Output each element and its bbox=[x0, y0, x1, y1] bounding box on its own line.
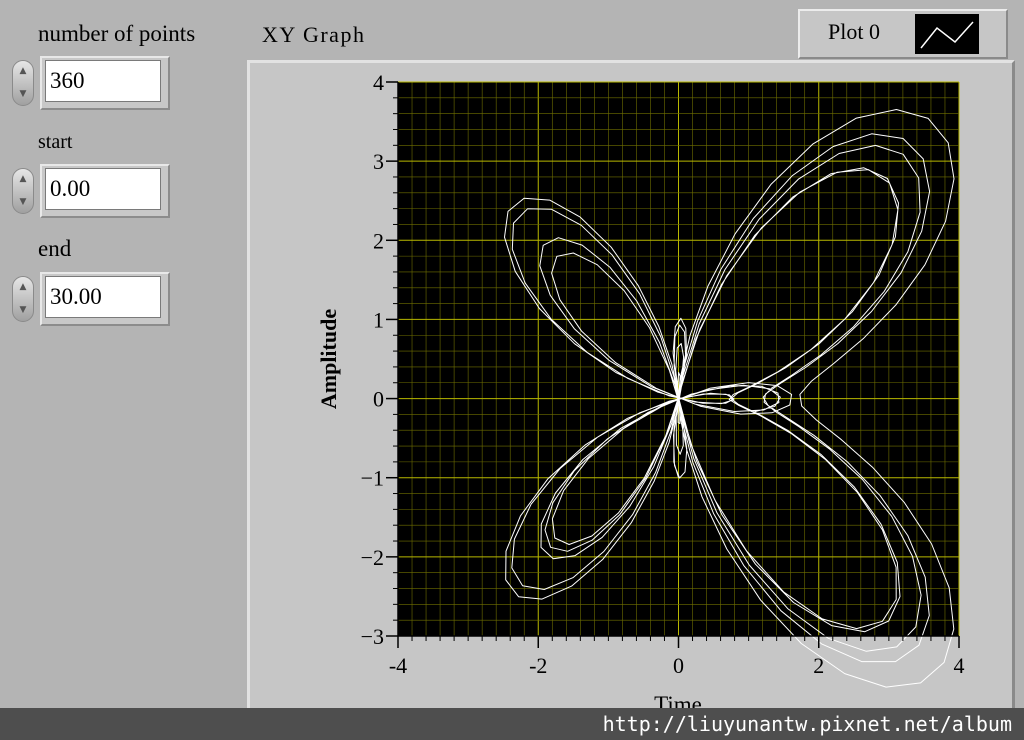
x-tick-label: 0 bbox=[673, 653, 684, 678]
y-tick-label: 4 bbox=[373, 70, 384, 95]
y-tick-label: 1 bbox=[373, 307, 384, 332]
watermark-text: http://liuyunantw.pixnet.net/album bbox=[602, 712, 1012, 736]
y-tick-label: −1 bbox=[361, 466, 384, 491]
y-tick-label: 2 bbox=[373, 228, 384, 253]
x-tick-label: -4 bbox=[389, 653, 407, 678]
y-tick-label: −3 bbox=[361, 624, 384, 649]
y-tick-label: 0 bbox=[373, 387, 384, 412]
xy-graph[interactable]: −3−2−101234-4 -2 0 2 4 Time Amplitude bbox=[0, 0, 1024, 740]
y-axis-label: Amplitude bbox=[316, 309, 341, 409]
grid-lines bbox=[397, 81, 960, 637]
watermark-banner: http://liuyunantw.pixnet.net/album bbox=[0, 708, 1024, 740]
y-tick-label: −2 bbox=[361, 545, 384, 570]
y-tick-label: 3 bbox=[373, 149, 384, 174]
x-tick-label: 4 bbox=[954, 653, 965, 678]
x-tick-label: 2 bbox=[813, 653, 824, 678]
x-tick-label: -2 bbox=[529, 653, 547, 678]
